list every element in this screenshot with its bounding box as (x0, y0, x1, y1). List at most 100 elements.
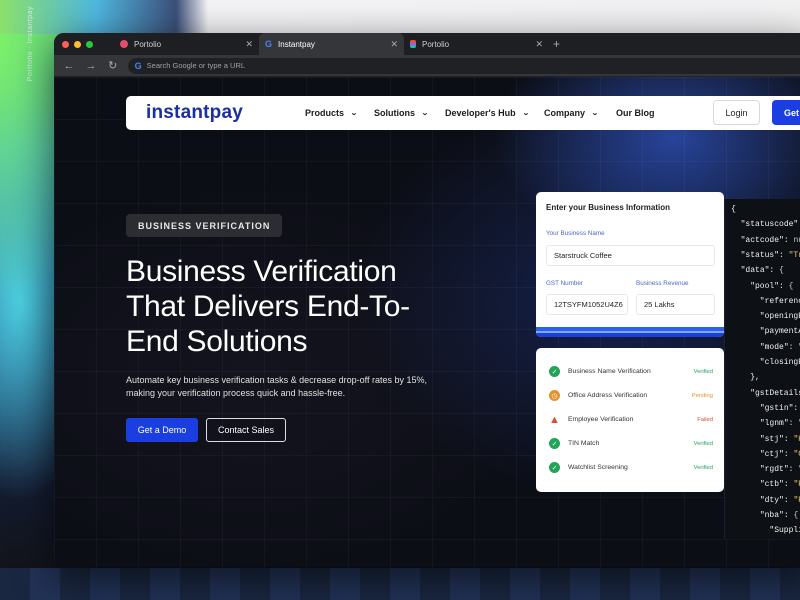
code-line: "statuscode": "T (740, 220, 800, 230)
code-line: "gstin": "24 (759, 403, 799, 413)
check-label: Employee Verification (568, 416, 634, 423)
status-badge: Verified (693, 368, 713, 375)
code-line: "actcode": null, (740, 235, 800, 245)
code-line: "lgnm": "Sta (759, 419, 800, 429)
background-top (0, 0, 800, 34)
check-circle-icon: ✓ (549, 366, 560, 377)
hero-title: Business Verification That Delivers End-… (126, 254, 466, 359)
check-row: ▲ Employee Verification Failed (549, 413, 713, 426)
back-icon[interactable]: ← (58, 60, 80, 72)
code-line: "mode": "DR (759, 342, 800, 352)
code-line: "status": "Transa (740, 250, 800, 260)
code-line: "pool": { (750, 281, 794, 291)
code-line: "nba": { (759, 511, 799, 520)
check-label: TIN Match (568, 440, 600, 447)
login-button[interactable]: Login (713, 100, 760, 125)
check-circle-icon: ✓ (549, 438, 560, 449)
code-line: "gstDetails": { (750, 388, 800, 398)
nav-label: Solutions (374, 108, 415, 118)
hero-title-line: End Solutions (126, 325, 308, 358)
nav-label: Developer's Hub (445, 108, 516, 118)
code-line: "ctj": "Guru (759, 449, 800, 459)
close-tab-icon[interactable]: ✕ (535, 39, 543, 50)
side-caption: Portfolio - Instantpay (27, 6, 34, 82)
get-demo-button[interactable]: Get a Demo (126, 418, 198, 442)
check-row: ◷ Office Address Verification Pending (549, 390, 713, 401)
hero-description-line: Automate key business verification tasks… (126, 375, 427, 385)
nav-label: Company (544, 108, 586, 118)
code-line: "Supplier (769, 526, 800, 536)
site-navbar: instantpay Products ⌄ Solutions ⌄ Develope… (126, 96, 800, 130)
business-info-card: Enter your Business Information Your Bus… (536, 192, 724, 337)
business-revenue-label: Business Revenue (636, 280, 689, 287)
hero-description-line: making your verification process quick a… (126, 388, 346, 398)
tab-bar: Portolio ✕ G Instantpay ✕ Portolio ✕ + (54, 33, 800, 55)
tab-title: Portolio (422, 39, 450, 49)
browser-window: Portolio ✕ G Instantpay ✕ Portolio ✕ + ←… (54, 33, 800, 567)
address-bar: ← → ↻ G Search Google or type a URL (54, 55, 800, 77)
chevron-down-icon: ⌄ (521, 110, 530, 117)
nav-our-blog[interactable]: Our Blog (616, 108, 655, 118)
business-name-label: Your Business Name (546, 230, 605, 237)
google-icon: G (134, 60, 142, 71)
status-badge: Verified (693, 440, 713, 447)
check-circle-icon: ✓ (549, 462, 560, 473)
tab-title: Instantpay (278, 39, 315, 49)
tab-portfolio-2[interactable]: Portolio ✕ (404, 33, 549, 55)
warning-icon: ▲ (549, 413, 560, 426)
check-row: ✓ Business Name Verification Verified (549, 366, 713, 377)
tab-instantpay[interactable]: G Instantpay ✕ (259, 33, 404, 55)
contact-sales-button[interactable]: Contact Sales (206, 418, 286, 442)
forward-icon[interactable]: → (80, 60, 102, 72)
business-name-field[interactable]: Starstruck Coffee (546, 245, 715, 266)
google-icon: G (265, 39, 273, 49)
form-title: Enter your Business Information (546, 203, 671, 212)
code-line: "data": { (740, 266, 784, 276)
chevron-down-icon: ⌄ (421, 110, 429, 117)
code-line: "referencelo (759, 296, 800, 306)
check-label: Office Address Verification (568, 392, 648, 399)
reload-icon[interactable]: ↻ (102, 59, 124, 72)
web-page: instantpay Products ⌄ Solutions ⌄ Develope… (54, 77, 800, 567)
gst-number-field[interactable]: 12TSYFM1052U4Z6 (546, 294, 628, 315)
hero-title-line: Business Verification (126, 255, 397, 288)
check-label: Business Name Verification (568, 368, 651, 375)
code-line: "paymentAm (759, 327, 800, 337)
status-badge: Failed (697, 416, 713, 423)
code-line: { (731, 205, 736, 214)
close-window-button[interactable] (62, 40, 69, 48)
clock-icon: ◷ (549, 390, 560, 401)
omnibox[interactable]: G Search Google or type a URL (127, 57, 800, 74)
new-tab-icon[interactable]: + (553, 37, 560, 51)
zoom-window-button[interactable] (86, 40, 93, 48)
hero-title-line: That Delivers End-To- (126, 290, 410, 323)
business-revenue-field[interactable]: 25 Lakhs (636, 294, 715, 315)
code-line: "stj": "Harya (759, 434, 800, 444)
tab-title: Portolio (134, 39, 162, 49)
verification-checklist: ✓ Business Name Verification Verified ◷ … (536, 348, 724, 492)
nav-developers-hub[interactable]: Developer's Hub ⌄ (445, 108, 529, 118)
card-accent-stripe (536, 327, 724, 337)
nav-label: Our Blog (616, 108, 655, 118)
close-tab-icon[interactable]: ✕ (390, 39, 398, 50)
chevron-down-icon: ⌄ (591, 110, 599, 117)
dribbble-icon (120, 40, 128, 48)
gst-number-label: GST Number (546, 280, 583, 287)
tab-portfolio-1[interactable]: Portolio ✕ (114, 33, 259, 55)
nav-solutions[interactable]: Solutions ⌄ (374, 108, 429, 118)
site-logo[interactable]: instantpay (146, 102, 304, 124)
figma-icon (410, 40, 416, 48)
window-controls (62, 40, 114, 48)
omnibox-placeholder: Search Google or type a URL (146, 61, 246, 70)
background-bottom (0, 568, 800, 600)
chevron-down-icon: ⌄ (350, 110, 358, 117)
get-started-button[interactable]: Get (772, 100, 800, 125)
code-line: "dty": "Regu (759, 495, 800, 505)
nav-products[interactable]: Products ⌄ (305, 108, 358, 118)
status-badge: Pending (691, 392, 713, 399)
close-tab-icon[interactable]: ✕ (245, 39, 253, 50)
minimize-window-button[interactable] (74, 40, 81, 48)
nav-company[interactable]: Company ⌄ (544, 108, 599, 118)
code-line: "rgdt": "05/ (759, 465, 800, 475)
check-row: ✓ Watchlist Screening Verified (549, 462, 713, 473)
